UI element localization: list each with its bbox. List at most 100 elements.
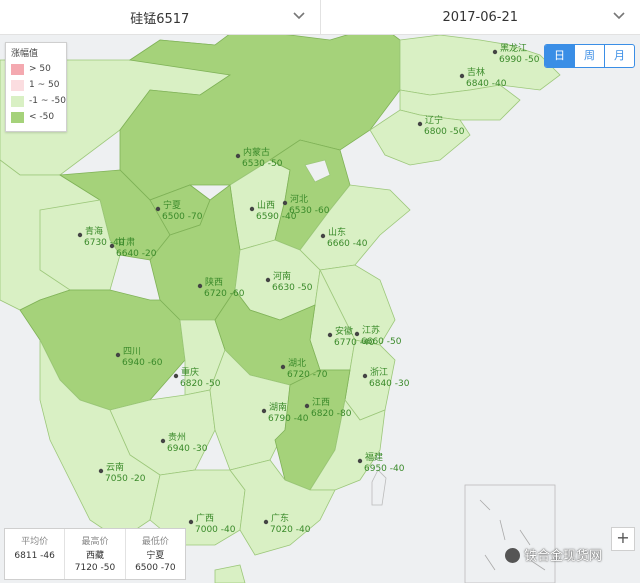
province-name: 河南 — [273, 270, 291, 282]
legend-item-label: 1 ~ 50 — [29, 80, 60, 90]
province-dot — [155, 206, 161, 212]
province-name: 陕西 — [205, 276, 223, 288]
province-value: 6940 -30 — [167, 444, 208, 454]
period-day-button[interactable]: 日 — [545, 45, 574, 67]
province-name: 河北 — [290, 193, 308, 205]
legend-item[interactable]: < -50 — [6, 109, 66, 125]
province-name: 贵州 — [168, 431, 186, 443]
province-shape-hainan[interactable] — [214, 564, 246, 583]
province-dot — [327, 332, 333, 338]
province-dot — [357, 458, 363, 464]
province-dot — [173, 373, 179, 379]
stat-high-value: 7120 -50 — [74, 563, 116, 573]
province-value: 6660 -40 — [327, 239, 368, 249]
province-name: 福建 — [365, 451, 383, 463]
stat-average: 平均价 6811 -46 — [5, 529, 64, 579]
province-value: 7000 -40 — [195, 525, 236, 535]
province-name: 江苏 — [362, 324, 380, 336]
province-value: 6840 -40 — [466, 79, 507, 89]
stat-low: 最低价 宁夏 6500 -70 — [124, 529, 185, 579]
province-dot — [362, 373, 368, 379]
province-name: 浙江 — [370, 366, 388, 378]
province-dot — [459, 73, 465, 79]
legend-item-label: -1 ~ -50 — [29, 96, 66, 106]
province-name: 山西 — [257, 200, 275, 211]
province-dot — [98, 468, 104, 474]
province-name: 黑龙江 — [500, 42, 527, 54]
province-name: 湖南 — [269, 401, 287, 413]
province-marker[interactable]: 江苏6660 -50 — [354, 324, 402, 347]
province-marker[interactable]: 浙江6840 -30 — [362, 366, 410, 389]
legend: 涨幅值 > 50 1 ~ 50 -1 ~ -50 < -50 — [5, 42, 67, 132]
date-select[interactable]: 2017-06-21 — [321, 0, 640, 34]
legend-item[interactable]: 1 ~ 50 — [6, 77, 66, 93]
province-value: 6630 -50 — [272, 283, 313, 293]
province-value: 6720 -70 — [287, 370, 328, 380]
legend-swatch — [11, 111, 24, 123]
legend-title: 涨幅值 — [11, 49, 39, 59]
date-select-value: 2017-06-21 — [442, 9, 519, 25]
province-value: 6720 -60 — [204, 289, 245, 299]
province-dot — [263, 519, 269, 525]
stat-high-region: 西藏 — [85, 551, 104, 561]
legend-item-label: > 50 — [29, 64, 51, 74]
province-value: 6990 -50 — [499, 55, 540, 65]
legend-item[interactable]: -1 ~ -50 — [6, 93, 66, 109]
province-dot — [249, 206, 255, 212]
province-name: 内蒙古 — [243, 146, 270, 158]
zoom-in-button[interactable]: + — [611, 527, 635, 551]
province-dot — [354, 331, 360, 337]
province-value: 6790 -40 — [268, 414, 309, 424]
province-shape-taiwan[interactable] — [371, 469, 387, 506]
province-dot — [235, 153, 241, 159]
province-value: 6940 -60 — [122, 358, 163, 368]
watermark-text: 铁合金现货网 — [524, 549, 603, 564]
stat-low-value: 6500 -70 — [135, 563, 176, 573]
province-name: 宁夏 — [163, 199, 181, 211]
chevron-down-icon — [292, 12, 305, 20]
province-dot — [280, 364, 286, 370]
period-week-button[interactable]: 周 — [574, 45, 604, 67]
province-value: 6840 -30 — [369, 379, 410, 389]
province-value: 6950 -40 — [364, 464, 405, 474]
province-name: 辽宁 — [425, 114, 443, 126]
province-name: 安徽 — [335, 325, 353, 337]
province-value: 6820 -50 — [180, 379, 221, 389]
province-name: 甘肃 — [117, 236, 135, 248]
province-value: 6800 -50 — [424, 127, 465, 137]
watermark: 铁合金现货网 — [505, 545, 602, 564]
province-value: 6500 -70 — [162, 212, 203, 222]
legend-swatch — [11, 95, 24, 107]
legend-swatch — [11, 63, 24, 75]
wechat-logo-icon — [505, 548, 520, 563]
period-month-button[interactable]: 月 — [604, 45, 634, 67]
province-dot — [282, 200, 288, 206]
province-dot — [265, 277, 271, 283]
province-name: 广东 — [271, 512, 289, 524]
period-toggle: 日 周 月 — [544, 44, 635, 68]
legend-swatch — [11, 79, 24, 91]
province-value: 6530 -60 — [289, 206, 330, 216]
product-select[interactable]: 硅锰6517 — [0, 0, 321, 34]
china-price-map[interactable]: 黑龙江6990 -50吉林6840 -40辽宁6800 -50内蒙古6530 -… — [0, 35, 640, 583]
province-name: 四川 — [123, 347, 141, 357]
stat-low-region: 宁夏 — [146, 551, 165, 561]
legend-item-label: < -50 — [29, 112, 55, 122]
province-dot — [115, 352, 121, 358]
province-dot — [160, 438, 166, 444]
province-value: 6660 -50 — [361, 337, 402, 347]
province-dot — [188, 519, 194, 525]
province-marker[interactable]: 福建6950 -40 — [357, 451, 405, 474]
product-select-value: 硅锰6517 — [130, 11, 190, 27]
stat-average-label: 平均价 — [21, 537, 49, 547]
stat-high-label: 最高价 — [81, 537, 109, 547]
stat-high: 最高价 西藏 7120 -50 — [64, 529, 124, 579]
province-dot — [77, 232, 83, 238]
province-name: 广西 — [196, 512, 214, 524]
legend-item[interactable]: > 50 — [6, 61, 66, 77]
province-value: 6820 -80 — [311, 409, 352, 419]
province-dot — [304, 403, 310, 409]
province-dot — [109, 243, 115, 249]
top-bar: 硅锰6517 2017-06-21 — [0, 0, 640, 35]
province-name: 山东 — [328, 226, 346, 238]
